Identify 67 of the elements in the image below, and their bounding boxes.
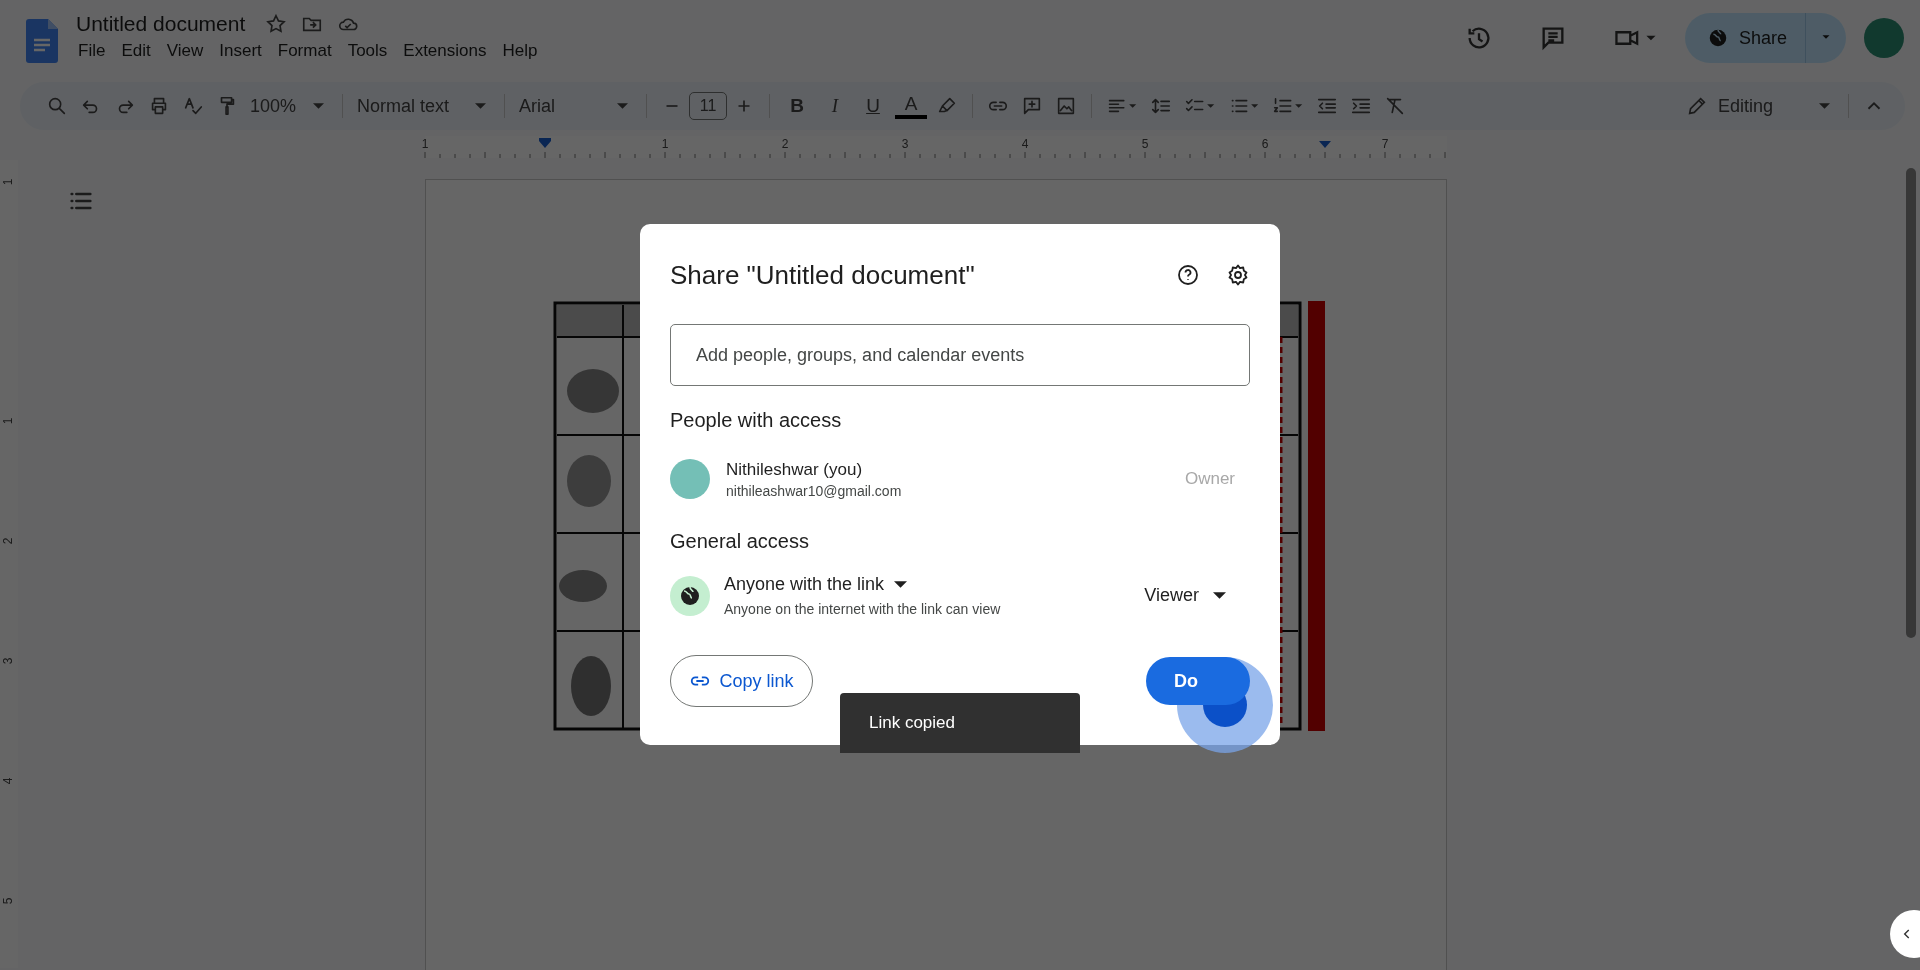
clear-formatting-icon[interactable] bbox=[1384, 95, 1406, 117]
person-avatar bbox=[670, 459, 710, 499]
style-select[interactable]: Normal text bbox=[351, 95, 496, 117]
caret-icon bbox=[1213, 592, 1226, 599]
person-email: nithileashwar10@gmail.com bbox=[726, 482, 902, 499]
ruler-number: 1 bbox=[421, 137, 429, 151]
bold-button[interactable]: B bbox=[781, 90, 813, 122]
zoom-select[interactable]: 100% bbox=[244, 95, 334, 117]
ruler-number: 2 bbox=[1, 537, 16, 545]
ruler-number: 1 bbox=[1, 417, 16, 425]
ruler-number: 5 bbox=[1, 897, 16, 905]
menu-item[interactable]: Format bbox=[269, 40, 340, 62]
role-label: Owner bbox=[1184, 469, 1235, 489]
caret-icon bbox=[617, 103, 628, 109]
copy-link-button[interactable]: Copy link bbox=[670, 655, 813, 707]
menu-item[interactable]: File bbox=[70, 40, 114, 62]
ruler-number: 4 bbox=[1, 777, 16, 785]
underline-button[interactable]: U bbox=[857, 90, 889, 122]
caret-icon bbox=[1819, 103, 1830, 109]
dialog-title: Share "Untitled document" bbox=[670, 259, 976, 291]
section-heading: People with access bbox=[670, 409, 843, 433]
search-icon[interactable] bbox=[46, 95, 68, 117]
menu-item[interactable]: Insert bbox=[211, 40, 270, 62]
star-icon[interactable] bbox=[265, 13, 288, 35]
caret-icon bbox=[894, 581, 908, 588]
pencil-icon bbox=[1686, 95, 1708, 117]
access-scope-select[interactable]: Anyone with the link bbox=[724, 574, 1001, 595]
document-title[interactable]: Untitled document bbox=[76, 12, 246, 36]
ruler-number: 4 bbox=[1021, 137, 1029, 151]
access-description: Anyone on the internet with the link can view bbox=[724, 601, 1001, 617]
ruler-number: 7 bbox=[1381, 137, 1389, 151]
ruler-number: 2 bbox=[781, 137, 789, 151]
settings-icon[interactable] bbox=[1226, 263, 1250, 287]
add-people-field[interactable]: Add people, groups, and calendar events bbox=[670, 324, 1250, 386]
help-icon[interactable] bbox=[1176, 263, 1200, 287]
person-name: Nithileshwar (you) bbox=[726, 459, 864, 480]
docs-logo-icon[interactable] bbox=[26, 19, 58, 63]
font-size-field[interactable]: 11 bbox=[689, 92, 727, 120]
add-comment-icon[interactable] bbox=[1021, 95, 1043, 117]
spellcheck-icon[interactable] bbox=[182, 95, 204, 117]
role-select[interactable]: Viewer bbox=[1138, 584, 1232, 607]
ruler-number: 1 bbox=[1, 178, 16, 186]
scrollbar-thumb[interactable] bbox=[1906, 168, 1916, 638]
caret-icon bbox=[313, 103, 324, 109]
ruler-number: 6 bbox=[1261, 137, 1269, 151]
menu-item[interactable]: Extensions bbox=[395, 40, 495, 62]
ruler-number: 3 bbox=[901, 137, 909, 151]
caret-icon bbox=[475, 103, 486, 109]
menu-item[interactable]: View bbox=[158, 40, 212, 62]
indent-marker-icon[interactable] bbox=[539, 138, 551, 148]
ruler-number: 5 bbox=[1141, 137, 1149, 151]
toast-message: Link copied bbox=[869, 713, 955, 733]
ruler-number: 1 bbox=[661, 137, 669, 151]
globe-icon bbox=[670, 575, 710, 616]
font-select[interactable]: Arial bbox=[513, 95, 638, 117]
text-color-button[interactable]: A bbox=[895, 93, 927, 119]
menu-item[interactable]: Help bbox=[494, 40, 546, 62]
menu-item[interactable]: Edit bbox=[113, 40, 159, 62]
image-icon[interactable] bbox=[1055, 95, 1077, 117]
account-avatar[interactable] bbox=[1864, 18, 1904, 58]
section-heading: General access bbox=[670, 530, 810, 554]
ruler-number: 3 bbox=[1, 657, 16, 665]
menu-item[interactable]: Tools bbox=[339, 40, 396, 62]
done-button[interactable]: Do bbox=[1146, 657, 1250, 705]
editing-mode-select[interactable]: Editing bbox=[1680, 94, 1840, 118]
right-indent-marker-icon[interactable] bbox=[1319, 141, 1331, 148]
italic-button[interactable]: I bbox=[819, 90, 851, 122]
